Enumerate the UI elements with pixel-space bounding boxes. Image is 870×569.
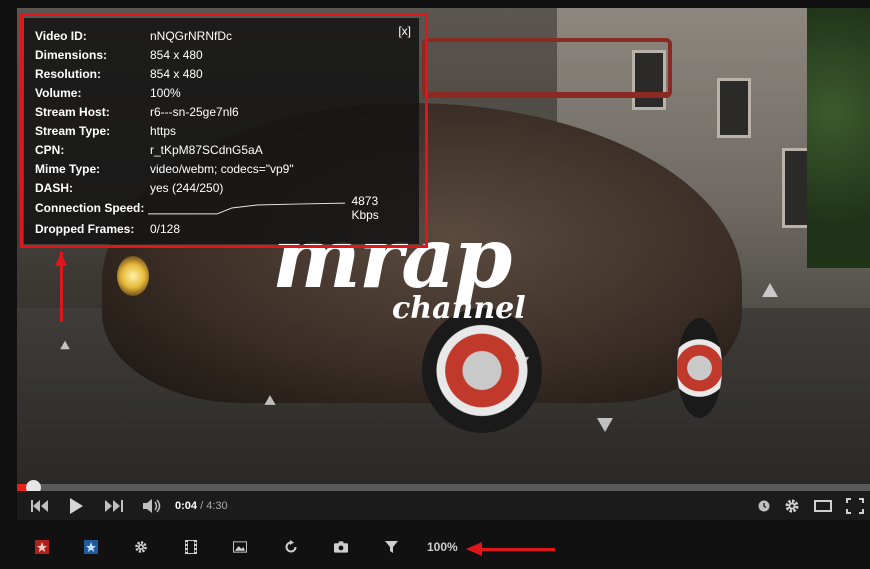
annotation-arrow-shaft: [480, 548, 555, 551]
channel-logo-subtext: channel: [392, 291, 526, 326]
annotation-highlight-box: [20, 13, 428, 248]
shard-shape: [597, 418, 613, 432]
car-roof-rack: [422, 38, 672, 98]
blue-star-icon[interactable]: [84, 540, 98, 554]
previous-icon[interactable]: [31, 491, 49, 520]
play-icon[interactable]: [69, 491, 83, 520]
picture-icon[interactable]: [233, 540, 247, 554]
annotation-arrow-head: [55, 252, 67, 266]
volume-icon[interactable]: [143, 491, 163, 520]
gear-icon[interactable]: [134, 540, 148, 554]
duration: 4:30: [206, 499, 228, 512]
progress-bar[interactable]: [17, 484, 870, 491]
player-control-bar: 0:04 / 4:30: [17, 491, 870, 520]
car-headlight: [117, 256, 149, 296]
next-icon[interactable]: [105, 491, 123, 520]
zoom-level[interactable]: 100%: [427, 540, 458, 554]
settings-gear-icon[interactable]: [784, 491, 800, 520]
time-separator: /: [197, 499, 207, 512]
film-icon[interactable]: [184, 540, 198, 554]
time-display: 0:04 / 4:30: [175, 500, 228, 512]
theater-mode-icon[interactable]: [814, 491, 832, 520]
background-window: [717, 78, 751, 138]
shard-shape: [264, 395, 276, 405]
reload-icon[interactable]: [284, 540, 298, 554]
shard-shape: [762, 283, 778, 297]
camera-icon[interactable]: [334, 540, 348, 554]
fullscreen-icon[interactable]: [846, 491, 864, 520]
player-right-controls: [758, 491, 864, 520]
screen: mrap channel [x] Video ID: nNQGrNRNfDc Di…: [0, 0, 870, 569]
shard-shape: [60, 340, 70, 350]
current-time: 0:04: [175, 499, 198, 512]
car-rear-wheel: [677, 318, 722, 418]
background-tree: [807, 8, 870, 268]
filter-icon[interactable]: [384, 540, 398, 554]
red-star-icon[interactable]: [35, 540, 49, 554]
car-front-wheel: [422, 308, 542, 433]
watch-later-icon[interactable]: [758, 491, 770, 520]
